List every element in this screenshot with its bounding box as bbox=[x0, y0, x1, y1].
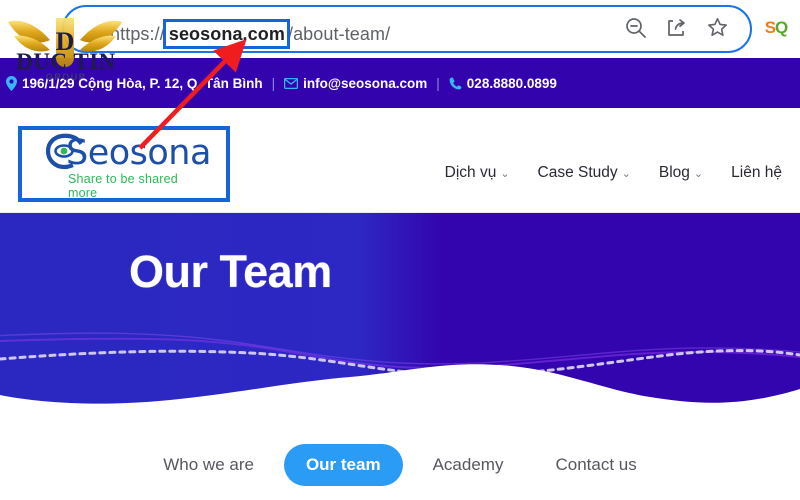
ext-letter-s: S bbox=[764, 18, 776, 37]
section-tabs: Who we are Our team Academy Contact us bbox=[0, 430, 800, 500]
seosona-logo[interactable]: Seosona Share to be shared more bbox=[40, 128, 211, 200]
contact-address: 196/1/29 Cộng Hòa, P. 12, Q. Tân Bình bbox=[6, 75, 263, 91]
nav-item-label: Dịch vụ bbox=[444, 164, 497, 181]
url-text[interactable]: https://seosona.com/about-team/ bbox=[110, 19, 390, 49]
tab-our-team[interactable]: Our team bbox=[283, 444, 403, 486]
site-contact-bar: 196/1/29 Cộng Hòa, P. 12, Q. Tân Bình | … bbox=[0, 58, 800, 108]
contact-email[interactable]: info@seosona.com bbox=[284, 76, 427, 91]
seoquake-extension-icon[interactable]: SQ bbox=[762, 14, 790, 42]
contact-phone-text: 028.8880.0899 bbox=[466, 75, 557, 91]
chevron-down-icon: ⌄ bbox=[693, 167, 704, 180]
nav-item-blog[interactable]: Blog ⌄ bbox=[659, 164, 703, 182]
location-pin-icon bbox=[6, 75, 17, 91]
seosona-tagline: Share to be shared more bbox=[68, 172, 178, 200]
contact-separator-1: | bbox=[271, 75, 276, 91]
tab-contact-us[interactable]: Contact us bbox=[533, 444, 658, 486]
url-path: /about-team/ bbox=[287, 24, 391, 44]
nav-item-lien-he[interactable]: Liên hệ bbox=[731, 164, 782, 182]
browser-toolbar: https://seosona.com/about-team/ SQ bbox=[0, 0, 800, 58]
hero-banner: Our Team bbox=[0, 213, 800, 413]
ext-letter-q: Q bbox=[775, 18, 788, 37]
seosona-wordmark: Seosona bbox=[66, 133, 211, 173]
nav-item-label: Blog bbox=[658, 164, 690, 181]
tab-who-we-are[interactable]: Who we are bbox=[141, 444, 276, 486]
bookmark-star-icon[interactable] bbox=[707, 17, 728, 38]
address-bar[interactable]: https://seosona.com/about-team/ bbox=[62, 5, 752, 53]
url-host-highlight: seosona.com bbox=[162, 19, 290, 49]
contact-separator-2: | bbox=[436, 75, 440, 91]
chevron-down-icon: ⌄ bbox=[500, 167, 510, 180]
hero-background-graphic bbox=[0, 213, 800, 404]
nav-item-label: Liên hệ bbox=[731, 164, 782, 181]
main-navigation: Dịch vụ ⌄ Case Study ⌄ Blog ⌄ Liên hệ bbox=[445, 164, 782, 182]
envelope-icon bbox=[284, 77, 299, 89]
nav-item-dich-vu[interactable]: Dịch vụ ⌄ bbox=[445, 164, 510, 182]
contact-phone[interactable]: 028.8880.0899 bbox=[449, 76, 557, 91]
contact-email-text: info@seosona.com bbox=[303, 75, 428, 91]
site-header: Seosona Share to be shared more Dịch vụ … bbox=[0, 108, 800, 213]
nav-item-case-study[interactable]: Case Study ⌄ bbox=[538, 164, 631, 182]
screenshot-root: 196/1/29 Cộng Hòa, P. 12, Q. Tân Bình | … bbox=[0, 0, 800, 500]
chevron-down-icon: ⌄ bbox=[621, 167, 631, 180]
omnibox-icons bbox=[625, 17, 728, 38]
url-scheme: https:// bbox=[110, 24, 165, 44]
nav-item-label: Case Study bbox=[537, 164, 618, 181]
tab-academy[interactable]: Academy bbox=[411, 444, 526, 486]
share-icon[interactable] bbox=[666, 17, 687, 38]
hero-title: Our Team bbox=[129, 246, 332, 297]
phone-icon bbox=[449, 77, 462, 90]
zoom-out-icon[interactable] bbox=[625, 17, 646, 38]
contact-address-text: 196/1/29 Cộng Hòa, P. 12, Q. Tân Bình bbox=[22, 75, 263, 91]
